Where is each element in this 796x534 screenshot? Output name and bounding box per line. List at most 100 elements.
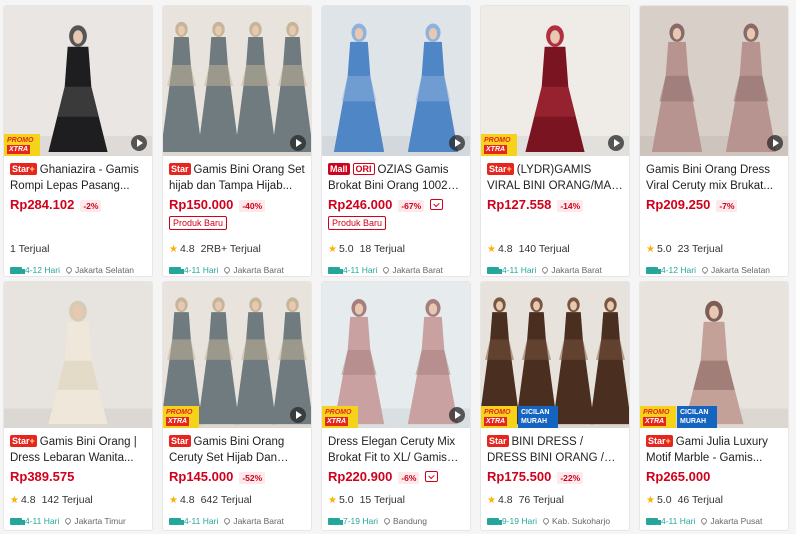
play-icon[interactable] [767,135,783,151]
product-title[interactable]: Star Gamis Bini Orang Set hijab dan Tampa… [169,162,305,194]
product-image[interactable]: PROMO XTRA [481,6,629,156]
murah-label: MURAH [521,418,548,425]
price-row: Rp389.575 [10,469,146,484]
promo-xtra-badge: PROMO XTRA [163,406,199,428]
product-title[interactable]: Star+ Gamis Bini Orang | Dress Lebaran Wa… [10,434,146,466]
seller-location: Jakarta Barat [392,265,443,275]
rating-row: ★ 4.8 140 Terjual [487,243,625,255]
product-info: Star Gamis Bini Orang Ceruty Set Hijab Da… [163,428,311,530]
star-seller-badge: Star+ [646,435,673,447]
discount-badge: -2% [80,200,102,212]
seller-location: Jakarta Pusat [710,516,763,526]
product-image[interactable]: PROMO XTRA CICILAN MURAH [481,282,629,428]
product-price: Rp145.000 [169,469,234,484]
product-card[interactable]: PROMO XTRA CICILAN MURAH Star BINI DRESS / DR… [480,281,630,531]
product-image[interactable] [322,6,470,156]
play-icon[interactable] [449,135,465,151]
rating-value: 4.8 [20,494,36,506]
product-price: Rp127.558 [487,197,552,212]
delivery-estimate: 4-12 Hari [661,265,696,275]
product-image[interactable] [640,6,788,156]
sold-count: 142 Terjual [41,494,93,506]
product-photo [322,6,470,156]
seller-location: Jakarta Timur [74,516,126,526]
product-card[interactable]: PROMO XTRA Star Gamis Bini Orang Ceruty Set… [162,281,312,531]
star-plus-label: + [29,164,35,174]
promo-label: PROMO [484,409,511,416]
discount-badge: -22% [557,472,584,484]
product-info: StarBINI DRESS / DRESS BINI ORANG / DRES… [481,428,629,530]
product-image[interactable]: PROMO XTRA [163,282,311,428]
product-card[interactable]: PROMO XTRA Star+ Ghaniazira - Gamis Rompi L… [3,5,153,277]
discount-badge: -67% [398,200,425,212]
product-info: Star+ Gami Julia Luxury Motif Marble - Ga… [640,428,788,530]
play-icon[interactable] [290,407,306,423]
product-image[interactable] [4,282,152,428]
location-pin-icon [382,265,391,275]
product-title[interactable]: Star+ Gami Julia Luxury Motif Marble - Ga… [646,434,782,466]
rating-row: ★ 4.8 642 Terjual [169,494,307,506]
product-card[interactable]: PROMO XTRA Star+ (LYDR)GAMIS VIRAL BINI ORA… [480,5,630,277]
cicilan-label: CICILAN [521,409,550,416]
sold-count: 76 Terjual [518,494,564,506]
product-card[interactable]: Star Gamis Bini Orang Set hijab dan Tampa… [162,5,312,277]
product-card[interactable]: PROMO XTRA Dress Elegan Ceruty Mix Brokat … [321,281,471,531]
location-pin-icon [64,516,73,526]
star-plus-label: + [29,436,35,446]
price-row: Rp284.102 -2% [10,197,146,212]
promo-label: PROMO [325,409,352,416]
product-image[interactable]: PROMO XTRA [322,282,470,428]
price-row: Rp220.900 -6% [328,469,464,484]
xtra-label: XTRA [325,417,349,426]
cicilan-murah-badge: CICILAN MURAH [518,406,558,428]
product-title[interactable]: Dress Elegan Ceruty Mix Brokat Fit to XL… [328,434,464,466]
star-label: Star [489,164,507,174]
seller-location: Jakarta Barat [233,516,284,526]
product-title[interactable]: StarBINI DRESS / DRESS BINI ORANG / DRES… [487,434,623,466]
shipping-row: 4-11 Hari Jakarta Pusat [646,516,786,526]
product-info: Star+(LYDR)GAMIS VIRAL BINI ORANG/MAXI M… [481,156,629,276]
xtra-label: XTRA [166,417,190,426]
new-product-label: Produk Baru [169,216,228,230]
star-icon: ★ [10,494,19,506]
product-info: Mall ORI OZIAS Gamis Brokat Bini Orang 100… [322,156,470,276]
truck-icon [10,517,25,525]
shipping-row: 4-12 Hari Jakarta Selatan [10,265,150,275]
star-plus-label: + [665,436,671,446]
star-icon: ★ [328,494,337,506]
product-card[interactable]: Gamis Bini Orang Dress Viral Ceruty mix … [639,5,789,277]
product-title[interactable]: Star+(LYDR)GAMIS VIRAL BINI ORANG/MAXI M… [487,162,623,194]
play-icon[interactable] [449,407,465,423]
seller-location: Jakarta Barat [551,265,602,275]
truck-icon [169,517,184,525]
product-card[interactable]: Star+ Gamis Bini Orang | Dress Lebaran Wa… [3,281,153,531]
product-card[interactable]: PROMO XTRA CICILAN MURAH Star+ Gami Julia Lux… [639,281,789,531]
play-icon[interactable] [290,135,306,151]
product-image[interactable]: PROMO XTRA CICILAN MURAH [640,282,788,428]
xtra-label: XTRA [484,145,508,154]
promo-label: PROMO [484,137,511,144]
play-icon[interactable] [131,135,147,151]
product-title[interactable]: Star Gamis Bini Orang Ceruty Set Hijab Da… [169,434,305,466]
truck-icon [487,517,502,525]
product-image[interactable]: PROMO XTRA [4,6,152,156]
rating-row: ★ 5.0 23 Terjual [646,243,784,255]
product-title[interactable]: Mall ORI OZIAS Gamis Brokat Bini Orang 100… [328,162,464,194]
star-label: Star [12,436,30,446]
discount-badge: -7% [716,200,738,212]
product-image[interactable] [163,6,311,156]
rating-row: ★ 5.0 46 Terjual [646,494,784,506]
seller-location: Kab. Sukoharjo [551,516,611,526]
truck-icon [169,266,184,274]
truck-icon [328,266,343,274]
location-pin-icon [700,516,709,526]
rating-row: ★ 4.8 2RB+ Terjual [169,243,307,255]
star-seller-badge: Star [487,435,509,447]
seller-location: Bandung [392,516,428,526]
product-card[interactable]: Mall ORI OZIAS Gamis Brokat Bini Orang 100… [321,5,471,277]
play-icon[interactable] [608,135,624,151]
product-title[interactable]: Star+ Ghaniazira - Gamis Rompi Lepas Pasa… [10,162,146,194]
product-title[interactable]: Gamis Bini Orang Dress Viral Ceruty mix … [646,162,782,194]
star-label: Star [171,436,189,446]
shipping-row: 4-11 Hari Jakarta Barat [487,265,627,275]
